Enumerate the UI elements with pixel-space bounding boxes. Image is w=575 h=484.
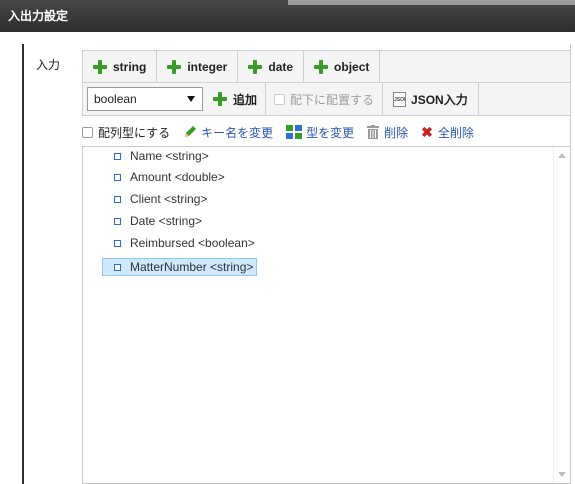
scroll-up-arrow-icon[interactable] [558, 153, 566, 158]
panel-title: 入出力設定 [8, 9, 69, 23]
panel-title-bar: 入出力設定 [0, 0, 575, 32]
section-divider [22, 44, 24, 484]
close-x-icon: ✖ [421, 124, 433, 140]
tree-node-icon [114, 239, 121, 247]
plus-icon [93, 59, 107, 74]
control-bar: boolean 追加 配下に配置する JSON JSON入力 [82, 83, 571, 116]
type-select-value: boolean [94, 92, 137, 106]
action-bar: 配列型にする キー名を変更 型を変更 削除 ✖ 全削除 [82, 122, 487, 142]
change-type-icon [286, 125, 303, 139]
add-string-button[interactable]: string [83, 51, 158, 82]
tree-item-label: Client <string> [130, 192, 208, 206]
add-button[interactable]: 追加 [203, 83, 267, 115]
tree-item-label: Reimbursed <boolean> [130, 236, 255, 250]
input-tree[interactable]: Name <string> Amount <double> Client <st… [82, 146, 571, 484]
plus-icon [167, 59, 182, 74]
add-integer-button[interactable]: integer [157, 51, 239, 82]
type-select[interactable]: boolean [87, 87, 203, 111]
add-date-label: date [268, 59, 294, 74]
change-type-button[interactable]: 型を変更 [286, 124, 354, 141]
tree-scrollbar[interactable] [553, 147, 570, 483]
json-file-icon: JSON [393, 91, 407, 107]
array-type-toggle[interactable]: 配列型にする [82, 124, 170, 141]
rename-key-label: キー名を変更 [201, 125, 274, 140]
tree-node-icon [114, 195, 121, 203]
pencil-icon [185, 126, 197, 137]
change-type-label: 型を変更 [306, 125, 355, 140]
scroll-down-arrow-icon[interactable] [558, 472, 566, 477]
tree-item[interactable]: Date <string> [103, 212, 205, 230]
json-input-label: JSON入力 [411, 92, 468, 107]
tree-item[interactable]: Amount <double> [103, 168, 228, 186]
tree-item-selected[interactable]: MatterNumber <string> [102, 258, 258, 276]
plus-icon [314, 59, 329, 74]
tree-item-label: Date <string> [130, 214, 203, 228]
tree-item-label: MatterNumber <string> [130, 260, 254, 274]
tree-item[interactable]: Reimbursed <boolean> [103, 234, 258, 252]
add-integer-label: integer [187, 59, 228, 74]
delete-label: 削除 [384, 125, 409, 140]
add-button-label: 追加 [233, 92, 258, 107]
tree-item-label: Amount <double> [130, 170, 225, 184]
array-type-label: 配列型にする [98, 125, 171, 140]
tree-node-icon [114, 217, 121, 225]
json-input-button[interactable]: JSON JSON入力 [383, 83, 479, 115]
tree-node-icon [114, 152, 121, 160]
trash-icon [367, 125, 380, 139]
array-type-checkbox[interactable] [82, 126, 93, 138]
tree-node-icon [114, 263, 121, 271]
plus-icon [248, 59, 263, 74]
delete-button[interactable]: 削除 [367, 124, 408, 141]
place-under-label: 配下に配置する [290, 92, 375, 107]
title-bar-accent [288, 0, 575, 5]
plus-icon [213, 92, 227, 106]
add-object-button[interactable]: object [304, 51, 381, 82]
tree-item[interactable]: Name <string> [103, 147, 212, 165]
rename-key-button[interactable]: キー名を変更 [183, 124, 273, 141]
tree-item-label: Name <string> [130, 149, 209, 163]
delete-all-button[interactable]: ✖ 全削除 [421, 124, 474, 141]
type-button-bar: string integer date object [82, 50, 571, 83]
tree-item[interactable]: Client <string> [103, 190, 210, 208]
input-section-label: 入力 [36, 58, 61, 72]
place-under-checkbox[interactable] [274, 93, 286, 105]
add-date-button[interactable]: date [238, 51, 305, 82]
add-object-label: object [334, 59, 370, 74]
delete-all-label: 全削除 [437, 125, 474, 140]
add-string-label: string [113, 59, 147, 74]
tree-node-icon [114, 173, 121, 181]
place-under-toggle[interactable]: 配下に配置する [266, 83, 384, 115]
dropdown-arrow-icon [187, 96, 195, 102]
